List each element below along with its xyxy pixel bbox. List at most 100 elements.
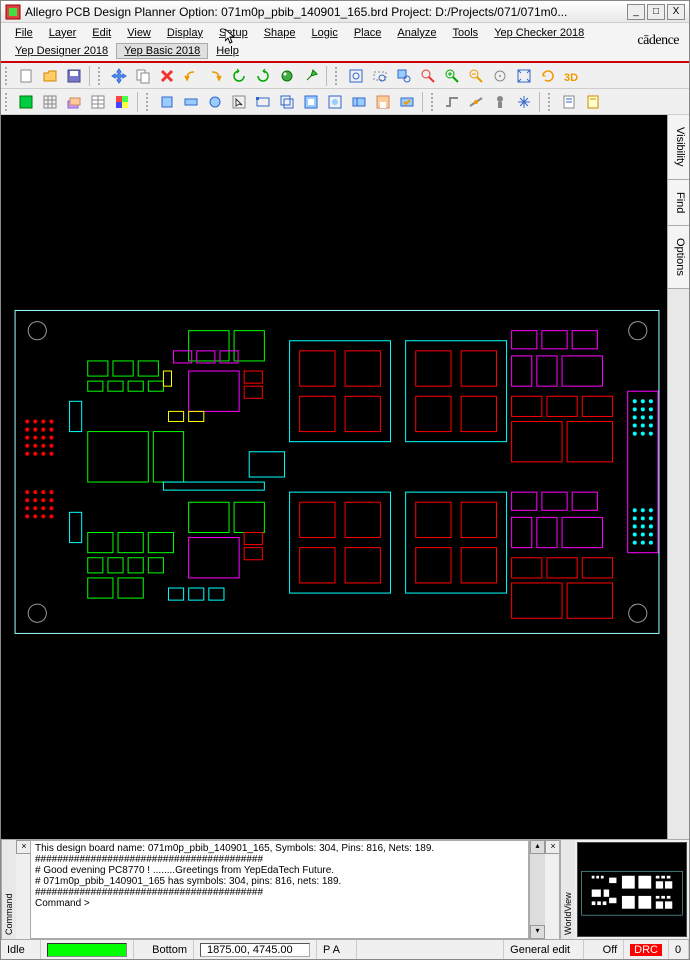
status-drc-badge: DRC [624,940,669,959]
worldview-panel: WorldView [559,840,689,939]
tab-visibility[interactable]: Visibility [668,115,689,180]
toolbar-handle[interactable] [5,93,11,111]
status-mode: General edit [504,940,584,959]
menu-yep-designer[interactable]: Yep Designer 2018 [7,43,116,59]
zoom-prev-button[interactable] [417,65,439,87]
toolbar-handle[interactable] [146,93,152,111]
svg-text:3D: 3D [564,72,578,84]
3d-view-button[interactable]: 3D [561,65,583,87]
close-button[interactable]: X [667,4,685,20]
shape-check-button[interactable] [396,91,418,113]
window-controls: _ □ X [627,4,685,20]
design-canvas[interactable] [7,121,663,833]
bottom-panel: Command × This design board name: 071m0p… [1,839,689,939]
new-file-button[interactable] [15,65,37,87]
menu-help[interactable]: Help [208,43,247,59]
toolbar-handle[interactable] [335,67,341,85]
select-tool-button[interactable] [228,91,250,113]
side-tabs: Visibility Find Options [667,115,689,839]
move-tool-button[interactable] [108,65,130,87]
rotate-right-button[interactable] [252,65,274,87]
menu-view[interactable]: View [119,25,159,41]
menu-display[interactable]: Display [159,25,211,41]
shape-fill-button[interactable] [300,91,322,113]
rotate-left-button[interactable] [228,65,250,87]
worldview-canvas[interactable] [577,842,687,937]
worldview-tab[interactable]: WorldView [560,840,575,939]
toolbar-2 [1,89,689,115]
zoom-in-button[interactable] [441,65,463,87]
via-button[interactable] [489,91,511,113]
zoom-window-button[interactable] [369,65,391,87]
layers-button[interactable] [63,91,85,113]
mirror-button[interactable] [276,65,298,87]
delete-button[interactable] [156,65,178,87]
status-drc-count: 0 [669,940,689,959]
toolbar-handle[interactable] [548,93,554,111]
zoom-out-button[interactable] [465,65,487,87]
brand-logo: cādence [637,33,679,49]
statusbar: Idle Bottom 1875.00, 4745.00 P A General… [1,939,689,959]
menu-yep-checker[interactable]: Yep Checker 2018 [486,25,592,41]
maximize-button[interactable]: □ [647,4,665,20]
menu-logic[interactable]: Logic [304,25,346,41]
menu-yep-basic[interactable]: Yep Basic 2018 [116,43,208,59]
status-drc-state: Off [584,940,624,959]
notes-button[interactable] [582,91,604,113]
shape-square-button[interactable] [156,91,178,113]
command-log[interactable]: This design board name: 071m0p_pbib_1409… [30,840,529,939]
status-progress [41,940,134,959]
tab-find[interactable]: Find [668,180,689,226]
toolbar-1: 3D [1,63,689,89]
copy-button[interactable] [132,65,154,87]
menu-layer[interactable]: Layer [41,25,85,41]
spreadsheet-button[interactable] [87,91,109,113]
toolbar-handle[interactable] [98,67,104,85]
zoom-select-button[interactable] [393,65,415,87]
redo-button[interactable] [204,65,226,87]
save-button[interactable] [63,65,85,87]
minimize-button[interactable]: _ [627,4,645,20]
command-tab[interactable]: Command [1,840,16,939]
status-pa[interactable]: P A [317,940,357,959]
menu-place[interactable]: Place [346,25,390,41]
open-file-button[interactable] [39,65,61,87]
menu-shape[interactable]: Shape [256,25,304,41]
titlebar: Allegro PCB Design Planner Option: 071m0… [1,1,689,23]
workspace: Visibility Find Options [1,115,689,839]
zoom-extents-button[interactable] [513,65,535,87]
toolbar-handle[interactable] [5,67,11,85]
cursor-icon [225,29,237,45]
menu-analyze[interactable]: Analyze [389,25,444,41]
shape-void-button[interactable] [324,91,346,113]
shape-rect-button[interactable] [180,91,202,113]
grid-button[interactable] [39,91,61,113]
window-title: Allegro PCB Design Planner Option: 071m0… [25,5,627,19]
scroll-down-button[interactable]: ▾ [530,925,545,939]
route-button[interactable] [441,91,463,113]
menu-file[interactable]: File [7,25,41,41]
command-scrollbar[interactable]: ▴ ▾ [529,840,545,939]
fanout-button[interactable] [513,91,535,113]
color-button[interactable] [111,91,133,113]
scroll-up-button[interactable]: ▴ [530,840,545,854]
zoom-fit-button[interactable] [345,65,367,87]
report-button[interactable] [558,91,580,113]
shape-merge-button[interactable] [348,91,370,113]
shape-circle-button[interactable] [204,91,226,113]
menu-edit[interactable]: Edit [84,25,119,41]
zoom-center-button[interactable] [489,65,511,87]
shape-edit-button[interactable] [252,91,274,113]
shape-subtract-button[interactable] [372,91,394,113]
menu-tools[interactable]: Tools [445,25,487,41]
command-panel: Command × This design board name: 071m0p… [1,840,559,939]
tab-options[interactable]: Options [668,226,689,289]
undo-button[interactable] [180,65,202,87]
app-icon [5,4,21,20]
slide-button[interactable] [465,91,487,113]
refresh-button[interactable] [537,65,559,87]
constraints-button[interactable] [15,91,37,113]
shape-poly-button[interactable] [276,91,298,113]
toolbar-handle[interactable] [431,93,437,111]
pin-button[interactable] [300,65,322,87]
